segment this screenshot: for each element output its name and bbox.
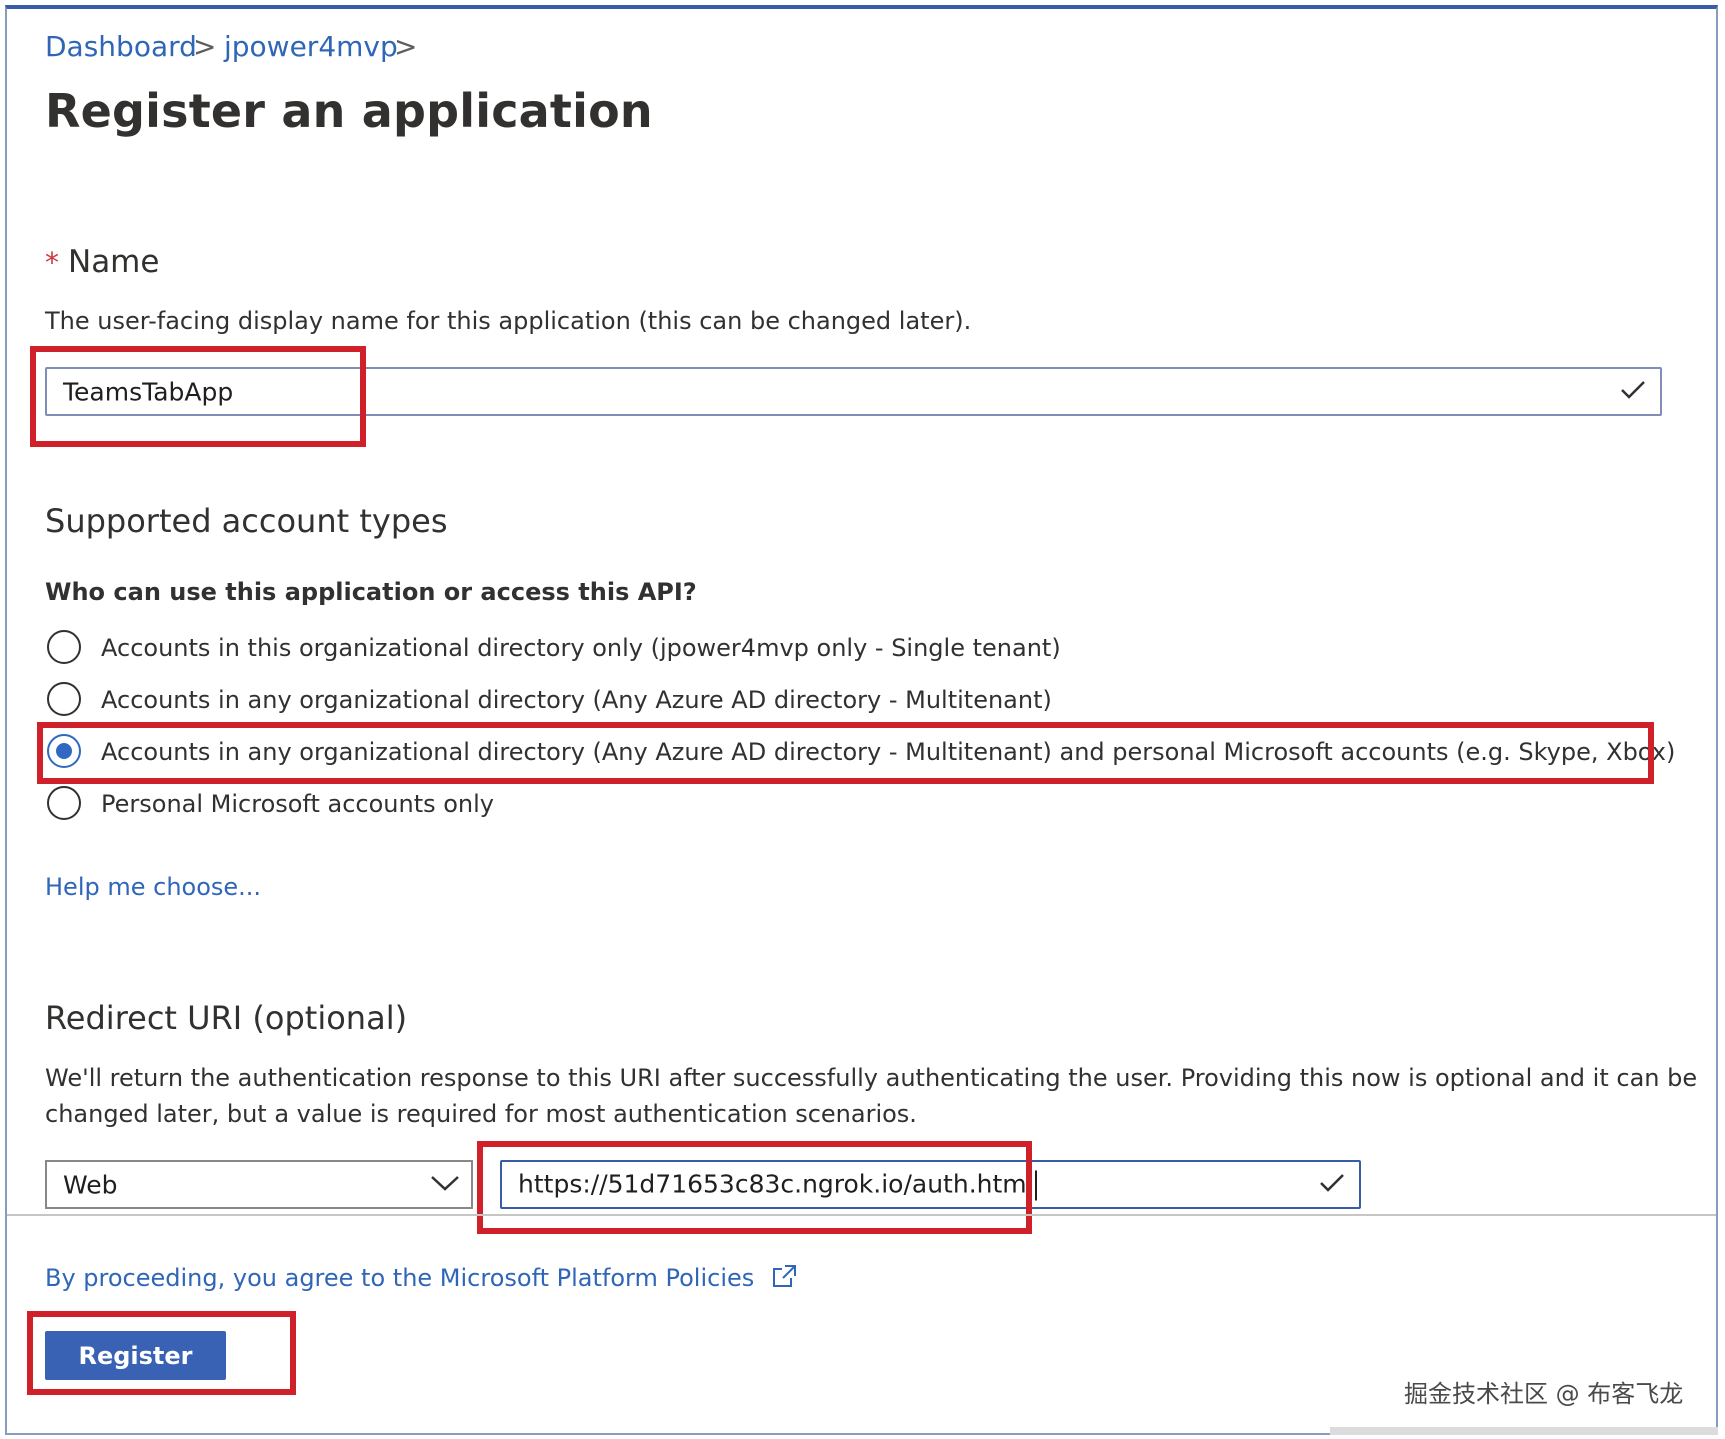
external-link-icon [770,1263,798,1295]
redirect-description-line2: changed later, but a value is required f… [45,1100,917,1128]
help-me-choose-link[interactable]: Help me choose... [45,873,261,901]
chevron-down-icon [429,1173,461,1197]
footer-divider [7,1214,1716,1216]
highlight-box-name [30,346,366,447]
name-label: Name [68,244,160,280]
platform-policies-link[interactable]: By proceeding, you agree to the Microsof… [45,1263,798,1295]
breadcrumb-separator: > [394,30,418,63]
platform-policies-text: By proceeding, you agree to the Microsof… [45,1264,755,1292]
name-description: The user-facing display name for this ap… [45,307,972,335]
highlight-box-register [27,1311,296,1395]
watermark-text: 掘金技术社区 @ 布客飞龙 [1404,1380,1684,1408]
highlight-box-account-type [37,722,1654,784]
radio-personal-only[interactable] [47,786,81,820]
highlight-box-redirect-uri [477,1141,1032,1234]
option-label-personal-only: Personal Microsoft accounts only [101,790,495,818]
platform-dropdown-value: Web [63,1170,118,1199]
text-caret [1034,1170,1037,1200]
checkmark-icon [1319,1173,1345,1197]
breadcrumb-dashboard[interactable]: Dashboard [45,30,197,63]
checkmark-icon [1620,380,1646,404]
breadcrumb-jpower4mvp[interactable]: jpower4mvp [224,30,398,63]
radio-multitenant[interactable] [47,682,81,716]
option-label-single-tenant: Accounts in this organizational director… [101,634,1061,662]
required-marker: * [45,246,59,279]
account-types-heading: Supported account types [45,502,448,540]
horizontal-scrollbar[interactable] [1330,1427,1718,1435]
account-types-question: Who can use this application or access t… [45,578,697,606]
platform-dropdown[interactable]: Web [45,1160,473,1209]
redirect-heading: Redirect URI (optional) [45,999,408,1037]
breadcrumb-separator: > [193,30,217,63]
page-title: Register an application [45,84,653,138]
option-label-multitenant: Accounts in any organizational directory… [101,686,1052,714]
radio-single-tenant[interactable] [47,630,81,664]
redirect-description-line1: We'll return the authentication response… [45,1064,1698,1092]
